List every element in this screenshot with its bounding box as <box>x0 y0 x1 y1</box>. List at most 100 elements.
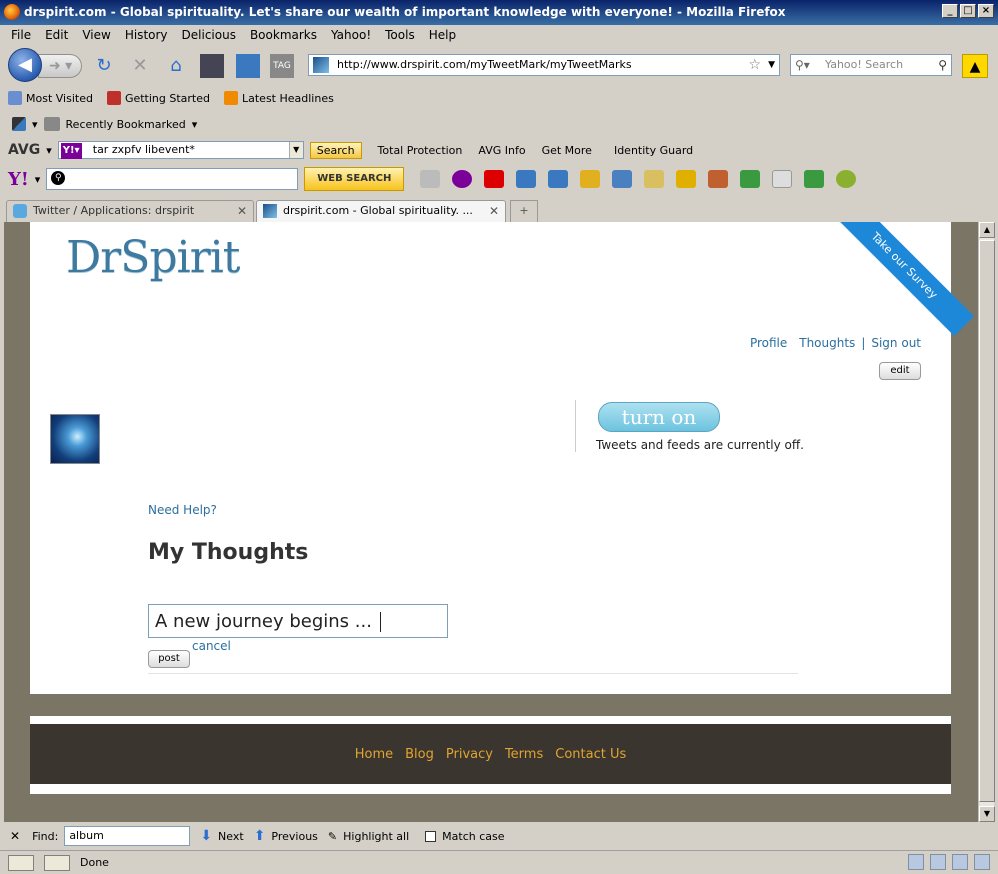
edit-button[interactable]: edit <box>879 362 921 380</box>
match-case-label[interactable]: Match case <box>442 830 504 843</box>
yahoo-search-input[interactable]: ⚲ <box>46 168 299 190</box>
calendar-icon[interactable] <box>548 170 569 188</box>
games-icon[interactable] <box>708 170 729 188</box>
avg-info-link[interactable]: AVG Info <box>478 144 525 157</box>
menu-history[interactable]: History <box>118 28 175 42</box>
extension-icon[interactable]: ▲ <box>962 54 988 78</box>
stop-icon[interactable]: ✕ <box>128 54 152 78</box>
bookmarks-icon[interactable] <box>612 170 633 188</box>
status-window-icon[interactable] <box>908 854 924 870</box>
footer-contact-link[interactable]: Contact Us <box>555 747 626 762</box>
url-bar[interactable]: http://www.drspirit.com/myTweetMark/myTw… <box>308 54 780 76</box>
delicious-icon[interactable] <box>12 117 26 131</box>
my-yahoo-icon[interactable] <box>452 170 473 188</box>
search-input[interactable]: ⚲▾ Yahoo! Search ⚲ <box>790 54 952 76</box>
menu-delicious[interactable]: Delicious <box>175 28 243 42</box>
url-dropdown-icon[interactable]: ▼ <box>768 55 775 75</box>
scroll-down-icon[interactable]: ▼ <box>979 806 995 822</box>
window-icon[interactable] <box>236 54 260 78</box>
status-screen-icon[interactable] <box>44 854 70 871</box>
web-search-button[interactable]: WEB SEARCH <box>304 167 405 191</box>
bookmark-most-visited[interactable]: Most Visited <box>8 91 93 105</box>
scroll-thumb[interactable] <box>979 240 995 802</box>
avg-logo[interactable]: AVG <box>8 142 40 158</box>
avg-dropdown-icon[interactable]: ▾ <box>46 144 52 157</box>
avg-search-button[interactable]: Search <box>309 141 362 159</box>
menu-help[interactable]: Help <box>422 28 463 42</box>
vertical-scrollbar[interactable]: ▲ ▼ <box>978 222 995 822</box>
footer-terms-link[interactable]: Terms <box>505 747 543 762</box>
profile-link[interactable]: Profile <box>750 336 787 350</box>
site-logo[interactable]: DrSpirit <box>66 232 240 283</box>
status-snowflake-icon[interactable] <box>930 854 946 870</box>
find-next-button[interactable]: Next <box>218 830 244 843</box>
yahoo-y-icon[interactable] <box>484 170 505 188</box>
signout-link[interactable]: Sign out <box>871 336 921 350</box>
maximize-button[interactable]: □ <box>960 4 976 18</box>
footer-privacy-link[interactable]: Privacy <box>446 747 493 762</box>
find-input[interactable]: album <box>64 826 191 846</box>
menu-tools[interactable]: Tools <box>378 28 422 42</box>
notes-icon[interactable] <box>644 170 665 188</box>
thought-input[interactable]: A new journey begins ... <box>148 604 448 638</box>
favorites-star-icon[interactable] <box>676 170 697 188</box>
need-help-link[interactable]: Need Help? <box>148 503 217 517</box>
recently-bookmarked[interactable]: Recently Bookmarked <box>66 118 186 131</box>
home-icon[interactable]: ⌂ <box>164 54 188 78</box>
menu-bookmarks[interactable]: Bookmarks <box>243 28 324 42</box>
footer-blog-link[interactable]: Blog <box>405 747 434 762</box>
delicious-dropdown-icon[interactable]: ▾ <box>32 118 38 131</box>
post-button[interactable]: post <box>148 650 190 668</box>
tab-close-icon[interactable]: ✕ <box>237 201 247 221</box>
minimize-button[interactable]: _ <box>942 4 958 18</box>
find-previous-button[interactable]: Previous <box>271 830 318 843</box>
menu-view[interactable]: View <box>75 28 117 42</box>
news-icon[interactable] <box>420 170 441 188</box>
new-tab-button[interactable]: + <box>510 200 538 222</box>
menu-edit[interactable]: Edit <box>38 28 75 42</box>
avg-combo-dropdown-icon[interactable]: ▼ <box>288 142 303 158</box>
recent-dropdown-icon[interactable]: ▾ <box>192 118 198 131</box>
avatar[interactable] <box>50 414 100 464</box>
search-engine-icon[interactable]: ⚲▾ <box>795 55 810 75</box>
more-icon[interactable] <box>772 170 793 188</box>
tab-drspirit[interactable]: drspirit.com - Global spirituality. ... … <box>256 200 506 222</box>
cancel-link[interactable]: cancel <box>192 639 231 653</box>
menu-file[interactable]: File <box>4 28 38 42</box>
bookmark-star-icon[interactable]: ☆ <box>748 55 761 75</box>
yahoo-small-icon[interactable]: Y!▾ <box>60 143 82 159</box>
get-more-link[interactable]: Get More <box>542 144 592 157</box>
highlight-all-button[interactable]: Highlight all <box>343 830 409 843</box>
avg-search-input[interactable]: Y!▾ tar zxpfv libevent* ▼ <box>57 141 304 159</box>
sports-icon[interactable] <box>740 170 761 188</box>
total-protection-link[interactable]: Total Protection <box>378 144 463 157</box>
tab-close-icon[interactable]: ✕ <box>489 201 499 221</box>
identity-guard-link[interactable]: Identity Guard <box>614 144 693 157</box>
scroll-up-icon[interactable]: ▲ <box>979 222 995 238</box>
yahoo-dropdown-icon[interactable]: ▾ <box>35 173 41 186</box>
screenshot-icon[interactable] <box>200 54 224 78</box>
close-button[interactable]: × <box>978 4 994 18</box>
bookmark-getting-started[interactable]: Getting Started <box>106 91 210 105</box>
find-close-icon[interactable]: ✕ <box>10 829 20 843</box>
menu-yahoo[interactable]: Yahoo! <box>324 28 378 42</box>
thoughts-link[interactable]: Thoughts <box>799 336 855 350</box>
reload-icon[interactable]: ↻ <box>92 54 116 78</box>
mail-icon[interactable] <box>516 170 537 188</box>
find-previous-icon[interactable]: ⬆ <box>254 828 266 844</box>
status-mail-icon[interactable] <box>952 854 968 870</box>
notepad-icon[interactable] <box>580 170 601 188</box>
match-case-checkbox[interactable] <box>425 830 437 842</box>
bookmark-latest-headlines[interactable]: Latest Headlines <box>224 91 334 105</box>
status-tool-icon[interactable] <box>8 854 34 871</box>
tag-icon[interactable]: TAG <box>270 54 294 78</box>
search-go-icon[interactable]: ⚲ <box>938 55 947 75</box>
footer-home-link[interactable]: Home <box>355 747 393 762</box>
turn-on-button[interactable]: turn on <box>598 402 720 432</box>
tab-twitter[interactable]: Twitter / Applications: drspirit ✕ <box>6 200 254 222</box>
forward-button[interactable]: ➜ ▾ <box>38 54 82 78</box>
add-icon[interactable] <box>804 170 825 188</box>
survey-ribbon[interactable]: Take our Survey <box>833 222 975 337</box>
yahoo-logo[interactable]: Y! <box>8 169 29 190</box>
find-next-icon[interactable]: ⬇ <box>200 828 212 844</box>
